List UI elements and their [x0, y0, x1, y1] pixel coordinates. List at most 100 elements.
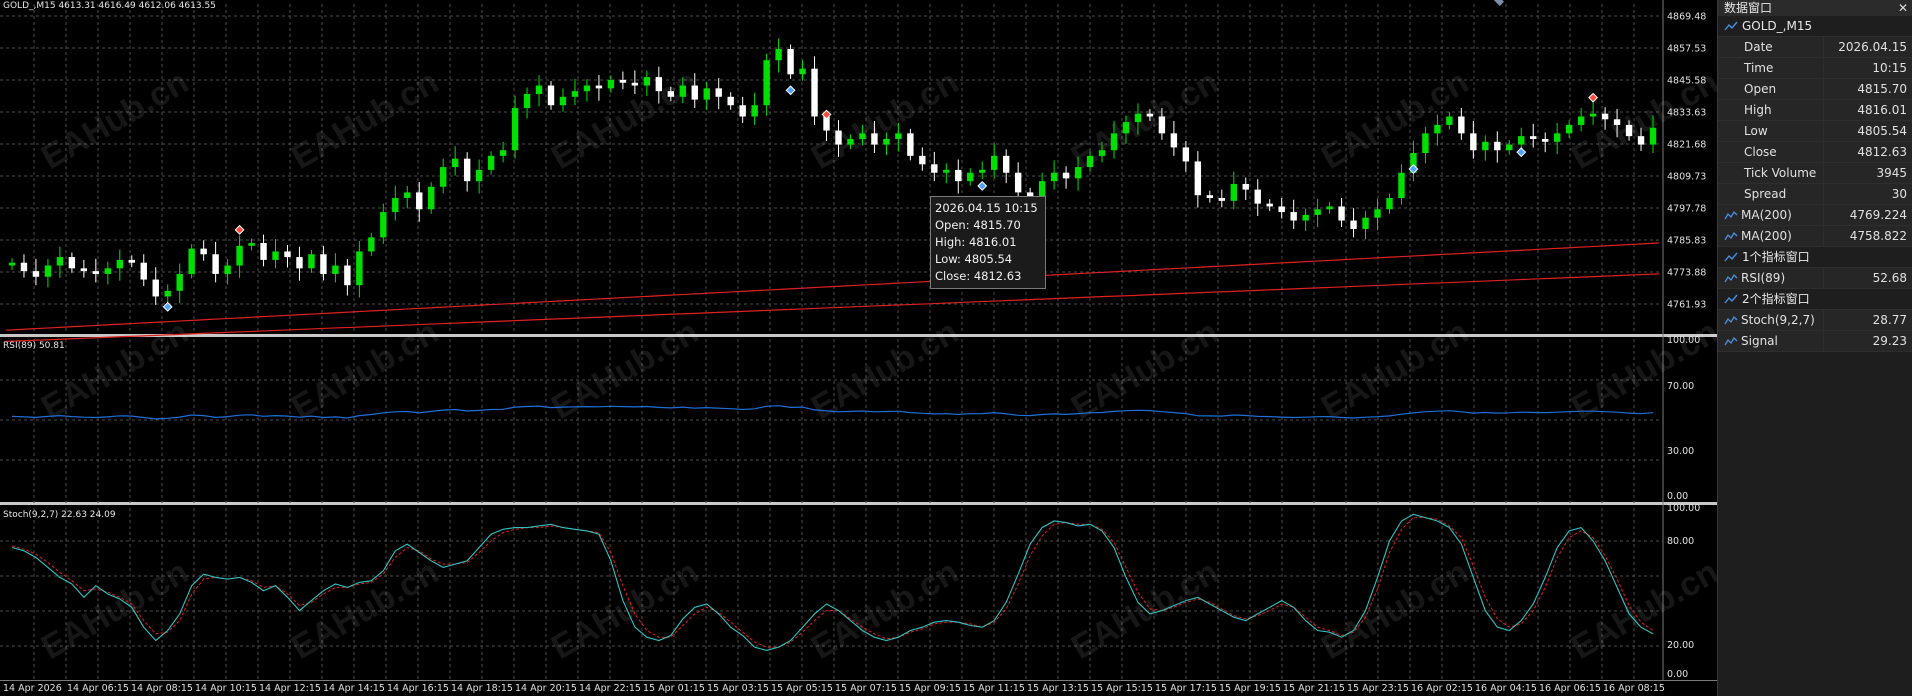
candle-body [32, 271, 40, 277]
watermark-text: EAHub.cn [1565, 313, 1717, 427]
candle-body [1446, 116, 1453, 125]
close-icon[interactable]: ✕ [1898, 0, 1908, 16]
candle-body [1589, 113, 1597, 117]
rsi-axis-label: 100.00 [1667, 335, 1700, 346]
candle-body [739, 105, 746, 117]
price-axis-label: 4821.68 [1667, 140, 1706, 151]
candle-body [451, 158, 459, 168]
candle-body [1050, 172, 1058, 182]
ma-row-2: MA(200) 4758.822 [1718, 226, 1912, 247]
candle-body [859, 133, 866, 139]
candle-body [404, 192, 411, 199]
indicator-icon [1724, 315, 1738, 325]
chart-line-icon [1724, 21, 1738, 31]
candle-body [655, 77, 663, 92]
symbol-group-header[interactable]: GOLD_,M15 [1718, 16, 1912, 37]
time-axis-line [0, 680, 1717, 681]
chart-area[interactable]: EAHub.cn EAHub.cn EAHub.cn EAHub.cn EAHub.cn… [0, 0, 1717, 696]
buy-signal-marker [977, 180, 988, 191]
indicator-icon [1724, 273, 1738, 283]
watermark-text: EAHub.cn [545, 313, 705, 427]
stoch-axis-label: 0.00 [1667, 669, 1688, 680]
ma-row-1: MA(200) 4769.224 [1718, 205, 1912, 226]
candle-body [595, 85, 603, 89]
candle-body [1649, 127, 1657, 145]
candle-body [1506, 144, 1513, 151]
ma-200-line [5, 242, 1660, 331]
candle-body [1434, 124, 1441, 134]
price-axis-label: 4761.93 [1667, 300, 1706, 311]
candle-body [1182, 147, 1190, 162]
candle-body [440, 167, 447, 187]
candle-body [1422, 133, 1429, 154]
time-axis-label: 16 Apr 02:15 [1411, 683, 1473, 694]
candle-body [1254, 189, 1261, 204]
candle-body [1350, 220, 1357, 229]
candle-body [1242, 183, 1249, 190]
stoch-signal-row-value: 29.23 [1824, 331, 1912, 351]
price-axis-label: 4845.58 [1667, 76, 1706, 87]
candle-body [1530, 136, 1537, 139]
candle-body [607, 79, 615, 89]
time-axis-label: 15 Apr 19:15 [1219, 683, 1281, 694]
candle-body [104, 268, 112, 274]
time-axis-label: 14 Apr 16:15 [387, 683, 449, 694]
data-row-time-value: 10:15 [1824, 58, 1912, 78]
candle-body [1074, 167, 1082, 179]
tooltip-datetime: 2026.04.15 10:15 [935, 201, 1038, 215]
chart-line-icon [1724, 294, 1738, 304]
rsi-row-label: RSI(89) [1718, 268, 1824, 288]
candle-body [967, 172, 974, 182]
candle-body [475, 169, 483, 182]
time-axis-label: 15 Apr 01:15 [643, 683, 705, 694]
stoch-row: Stoch(9,2,7) 28.77 [1718, 310, 1912, 331]
candle-body [991, 155, 998, 170]
candle-body [1206, 195, 1214, 199]
watermark-text: EAHub.cn [805, 313, 965, 427]
candle-body [487, 155, 495, 170]
candle-body [1278, 206, 1285, 213]
stoch-row-value: 28.77 [1824, 310, 1912, 330]
candle-body [667, 91, 674, 97]
candle-body [1230, 183, 1237, 201]
candle-body [1290, 212, 1297, 221]
candle-body [1302, 214, 1309, 221]
ma-row-2-label: MA(200) [1718, 226, 1824, 246]
candle-body [799, 68, 806, 75]
data-window-panel: 数据窗口 ✕ GOLD_,M15 Date 2026.04.15 Time 10:15… [1717, 0, 1912, 696]
indicator-window-1-label: 1个指标窗口 [1742, 250, 1810, 264]
watermark-text: EAHub.cn [1065, 553, 1225, 667]
candle-body [272, 251, 279, 260]
price-axis-label: 4785.83 [1667, 236, 1706, 247]
candle-body [1518, 136, 1525, 145]
candle-body [1494, 141, 1501, 151]
indicator-window-1-header[interactable]: 1个指标窗口 [1718, 247, 1912, 268]
time-axis-label: 14 Apr 2026 [3, 683, 62, 694]
data-row-open: Open 4815.70 [1718, 79, 1912, 100]
time-axis-label: 15 Apr 21:15 [1283, 683, 1345, 694]
indicator-window-2-header[interactable]: 2个指标窗口 [1718, 289, 1912, 310]
data-row-high-value: 4816.01 [1824, 100, 1912, 120]
indicator-window-2-label: 2个指标窗口 [1742, 292, 1810, 306]
candle-body [368, 237, 375, 252]
chart-canvas[interactable]: EAHub.cn EAHub.cn EAHub.cn EAHub.cn EAHub.cn… [0, 0, 1717, 696]
time-axis-label: 15 Apr 05:15 [771, 683, 833, 694]
candle-body [523, 93, 531, 109]
watermark-text: EAHub.cn [1315, 553, 1475, 667]
candle-body [1266, 203, 1273, 207]
candle-body [416, 192, 423, 210]
candle-body [1146, 113, 1154, 117]
candle-body [619, 79, 627, 83]
data-window-title-bar[interactable]: 数据窗口 ✕ [1718, 0, 1912, 16]
data-row-tick-volume-label: Tick Volume [1718, 163, 1824, 183]
data-row-high: High 4816.01 [1718, 100, 1912, 121]
price-axis-label: 4833.63 [1667, 108, 1706, 119]
candle-body [547, 85, 555, 106]
candle-body [80, 268, 88, 272]
sell-signal-marker [1588, 92, 1599, 103]
data-row-high-label: High [1718, 100, 1824, 120]
candle-body [380, 212, 387, 238]
time-axis-label: 14 Apr 14:15 [323, 683, 385, 694]
candle-body [583, 85, 591, 92]
candle-body [56, 257, 64, 266]
